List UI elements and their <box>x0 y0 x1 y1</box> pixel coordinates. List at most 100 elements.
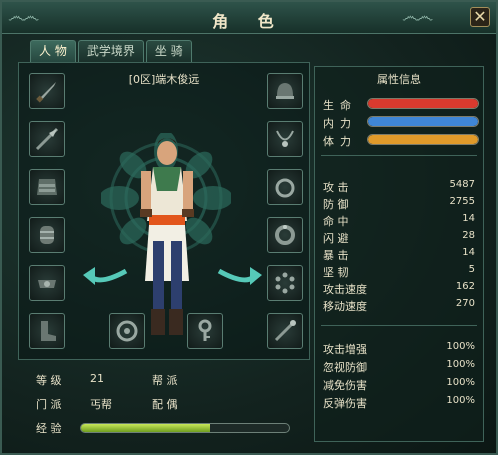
tab-martial-realm[interactable]: 武学境界 <box>77 40 144 62</box>
level-value: 21 <box>90 372 104 385</box>
slot-necklace[interactable] <box>267 121 303 157</box>
bracer-icon <box>40 226 54 244</box>
boots-icon <box>41 321 56 341</box>
slot-key[interactable] <box>187 313 223 349</box>
stat-label: 暴 击 <box>323 249 349 262</box>
mp-bar-fill <box>368 117 478 126</box>
stat-row: 攻 击 5487 <box>323 179 475 195</box>
slot-helmet[interactable] <box>267 73 303 109</box>
exp-bar <box>80 423 290 433</box>
stamina-bar <box>367 134 479 145</box>
medallion-icon <box>116 320 138 342</box>
slot-staff[interactable] <box>267 313 303 349</box>
stat-label: 攻 击 <box>323 181 349 194</box>
stat-label: 闪 避 <box>323 232 349 245</box>
bonus-value: 100% <box>446 359 475 370</box>
staff-icon <box>274 320 296 342</box>
stat-label: 坚 韧 <box>323 266 349 279</box>
bonus-label: 反弹伤害 <box>323 397 367 410</box>
stat-value: 5 <box>468 264 475 275</box>
basic-info: 等 级 21 帮 派 门 派 丐帮 配 偶 经 验 <box>18 362 310 442</box>
attributes-header: 属性信息 <box>377 73 421 86</box>
slot-medallion[interactable] <box>109 313 145 349</box>
stat-row: 攻击速度 162 <box>323 281 475 297</box>
exp-label: 经 验 <box>36 422 62 435</box>
tab-character[interactable]: 人 物 <box>30 40 76 62</box>
necklace-icon <box>276 130 294 147</box>
spear-icon <box>35 127 59 151</box>
bonus-value: 100% <box>446 377 475 388</box>
stat-value: 28 <box>462 230 475 241</box>
stat-value: 270 <box>455 298 475 309</box>
hp-label: 生命 <box>323 99 357 112</box>
bonus-value: 100% <box>446 341 475 352</box>
tab-mount[interactable]: 坐 骑 <box>145 40 192 62</box>
stat-value: 5487 <box>449 179 475 190</box>
stamina-label: 体力 <box>323 135 357 148</box>
sect-label: 门 派 <box>36 398 62 411</box>
stat-value: 14 <box>462 213 475 224</box>
cloud-ornament-icon: ෴෴ <box>402 6 433 27</box>
stat-row: 防 御 2755 <box>323 196 475 212</box>
slot-spear[interactable] <box>29 121 65 157</box>
armor-icon <box>37 179 57 195</box>
helmet-icon <box>276 83 294 99</box>
key-icon <box>198 319 212 341</box>
slot-boots[interactable] <box>29 313 65 349</box>
equipment-panel: [0区]端木俊远 <box>18 62 310 360</box>
gang-label: 帮 派 <box>152 374 178 387</box>
bonus-label: 减免伤害 <box>323 379 367 392</box>
dagger-icon <box>36 82 56 103</box>
mp-row: 内力 <box>323 115 479 130</box>
bracelet-icon <box>275 225 295 245</box>
hp-bar-fill <box>368 99 478 108</box>
stat-row: 命 中 14 <box>323 213 475 229</box>
slot-prayer-beads[interactable] <box>267 265 303 301</box>
prayer-beads-icon <box>275 272 295 294</box>
sect-value: 丐帮 <box>90 398 112 411</box>
bonus-row: 忽视防御 100% <box>323 359 475 375</box>
mp-label: 内力 <box>323 117 357 130</box>
stat-row: 移动速度 270 <box>323 298 475 314</box>
character-window: ෴෴ 角 色 ෴෴ ✕ 人 物 武学境界 坐 骑 [0区]端木俊远 等 级 21… <box>0 0 498 455</box>
rotate-left-arrow-icon[interactable] <box>81 263 131 293</box>
tab-bar: 人 物 武学境界 坐 骑 <box>30 40 192 62</box>
slot-bracer[interactable] <box>29 217 65 253</box>
bonus-row: 减免伤害 100% <box>323 377 475 393</box>
slot-belt[interactable] <box>29 265 65 301</box>
stat-row: 暴 击 14 <box>323 247 475 263</box>
divider <box>321 155 477 156</box>
level-label: 等 级 <box>36 374 62 387</box>
stat-value: 162 <box>455 281 475 292</box>
stat-label: 移动速度 <box>323 300 367 313</box>
stamina-bar-fill <box>368 135 478 144</box>
mp-bar <box>367 116 479 127</box>
bonus-label: 忽视防御 <box>323 361 367 374</box>
bonus-label: 攻击增强 <box>323 343 367 356</box>
slot-ring[interactable] <box>267 169 303 205</box>
bonus-row: 攻击增强 100% <box>323 341 475 357</box>
attributes-panel: 属性信息 生命 内力 体力 攻 击 5487 防 御 2755 命 中 14 闪 避 2… <box>314 66 484 442</box>
rotate-right-arrow-icon[interactable] <box>214 263 264 293</box>
title-bar[interactable]: ෴෴ 角 色 ෴෴ ✕ <box>2 2 496 34</box>
belt-icon <box>38 280 56 288</box>
divider <box>321 325 477 326</box>
stat-label: 防 御 <box>323 198 349 211</box>
stamina-row: 体力 <box>323 133 479 148</box>
ring-icon <box>275 178 295 198</box>
exp-bar-fill <box>81 424 210 432</box>
stat-label: 攻击速度 <box>323 283 367 296</box>
slot-armor[interactable] <box>29 169 65 205</box>
bonus-value: 100% <box>446 395 475 406</box>
stat-value: 14 <box>462 247 475 258</box>
slot-weapon[interactable] <box>29 73 65 109</box>
hp-row: 生命 <box>323 97 479 112</box>
stat-label: 命 中 <box>323 215 349 228</box>
bonus-row: 反弹伤害 100% <box>323 395 475 411</box>
stat-row: 闪 避 28 <box>323 230 475 246</box>
close-button[interactable]: ✕ <box>470 7 490 27</box>
spouse-label: 配 偶 <box>152 398 178 411</box>
stat-value: 2755 <box>449 196 475 207</box>
slot-bracelet[interactable] <box>267 217 303 253</box>
stat-row: 坚 韧 5 <box>323 264 475 280</box>
